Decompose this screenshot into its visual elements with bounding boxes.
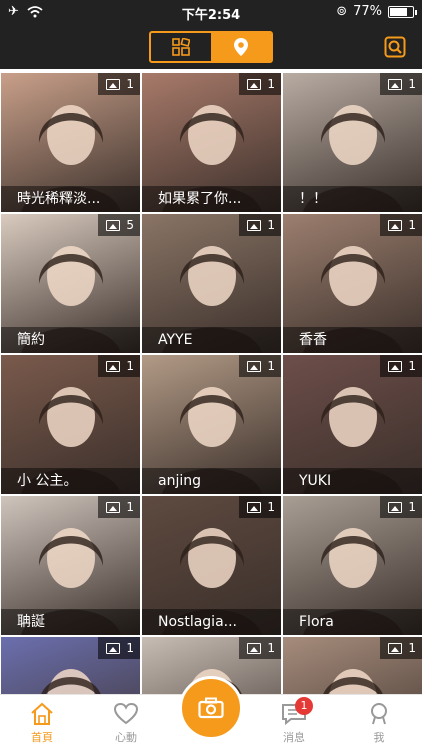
photo-count-badge: 1 bbox=[98, 637, 140, 659]
tab-home-label: 首頁 bbox=[31, 731, 53, 744]
tab-messages[interactable]: 1 消息 bbox=[259, 697, 329, 745]
photo-count-badge: 1 bbox=[239, 355, 281, 377]
photo-count-badge: 1 bbox=[98, 73, 140, 95]
profile-icon bbox=[371, 703, 387, 725]
photo-count: 1 bbox=[408, 500, 416, 514]
profile-card[interactable]: 1 小 公主。 bbox=[1, 355, 140, 494]
home-icon bbox=[31, 702, 53, 725]
profile-name: 香香 bbox=[283, 327, 422, 353]
profile-name: 時光稀釋淡... bbox=[1, 186, 140, 212]
profile-card[interactable]: 1 bbox=[1, 637, 140, 694]
photo-count: 1 bbox=[267, 359, 275, 373]
battery-icon bbox=[388, 5, 417, 18]
battery-percent: 77% bbox=[353, 4, 382, 19]
camera-button[interactable] bbox=[179, 676, 243, 740]
photo-icon bbox=[388, 501, 403, 513]
photo-icon bbox=[247, 78, 262, 90]
tab-likes-label: 心動 bbox=[115, 731, 137, 744]
tab-home[interactable]: 首頁 bbox=[7, 699, 77, 745]
profile-name: 聃誕 bbox=[1, 609, 140, 635]
profile-name: anjing bbox=[142, 468, 281, 494]
photo-count-badge: 1 bbox=[380, 214, 422, 236]
grid-icon bbox=[172, 38, 190, 56]
photo-count: 1 bbox=[267, 77, 275, 91]
photo-icon bbox=[247, 219, 262, 231]
search-icon bbox=[384, 36, 406, 58]
photo-count: 1 bbox=[408, 641, 416, 655]
search-people-button[interactable] bbox=[384, 36, 406, 58]
tab-likes[interactable]: 心動 bbox=[91, 699, 161, 745]
photo-count: 1 bbox=[408, 77, 416, 91]
profile-grid: 1 時光稀釋淡... 1 如果累了你... 1！！ 5 簡約 1 AYYE 1 香香 1 小 公主。 1 a… bbox=[0, 72, 422, 694]
profile-card[interactable]: 5 簡約 bbox=[1, 214, 140, 353]
nearby-view-button[interactable] bbox=[211, 33, 271, 61]
photo-count: 1 bbox=[126, 641, 134, 655]
photo-count-badge: 1 bbox=[98, 496, 140, 518]
profile-card[interactable]: 1 如果累了你... bbox=[142, 73, 281, 212]
photo-icon bbox=[106, 78, 121, 90]
status-bar: ✈ 下午2:54 ⊚ 77% bbox=[0, 0, 422, 24]
profile-card[interactable]: 1 時光稀釋淡... bbox=[1, 73, 140, 212]
photo-icon bbox=[106, 642, 121, 654]
tab-me-label: 我 bbox=[373, 731, 385, 744]
profile-name: 小 公主。 bbox=[1, 468, 140, 494]
profile-card[interactable]: 1 bbox=[283, 637, 422, 694]
photo-count-badge: 1 bbox=[380, 73, 422, 95]
profile-card[interactable]: 1 Nostlagia... bbox=[142, 496, 281, 635]
orientation-lock-icon: ⊚ bbox=[336, 4, 348, 19]
profile-name: 簡約 bbox=[1, 327, 140, 353]
profile-card[interactable]: 1 ！！ bbox=[283, 73, 422, 212]
photo-count-badge: 1 bbox=[239, 73, 281, 95]
photo-count: 5 bbox=[126, 218, 134, 232]
photo-icon bbox=[388, 360, 403, 372]
photo-icon bbox=[388, 219, 403, 231]
photo-count: 1 bbox=[408, 218, 416, 232]
grid-view-button[interactable] bbox=[151, 33, 211, 61]
unread-badge: 1 bbox=[295, 697, 313, 715]
profile-name: AYYE bbox=[142, 327, 281, 353]
photo-icon bbox=[247, 642, 262, 654]
location-pin-icon bbox=[234, 38, 248, 56]
tab-me[interactable]: 我 bbox=[344, 699, 414, 745]
photo-icon bbox=[247, 501, 262, 513]
view-mode-toggle bbox=[149, 31, 273, 63]
profile-card[interactable]: 1 YUKI bbox=[283, 355, 422, 494]
nav-bar bbox=[0, 24, 422, 69]
photo-count-badge: 5 bbox=[98, 214, 140, 236]
profile-name: Nostlagia... bbox=[142, 609, 281, 635]
camera-icon bbox=[198, 697, 224, 719]
photo-icon bbox=[388, 642, 403, 654]
photo-icon bbox=[106, 219, 121, 231]
photo-icon bbox=[106, 360, 121, 372]
photo-count: 1 bbox=[267, 500, 275, 514]
profile-card[interactable]: 1 anjing bbox=[142, 355, 281, 494]
photo-count: 1 bbox=[126, 500, 134, 514]
photo-icon bbox=[106, 501, 121, 513]
photo-count-badge: 1 bbox=[239, 214, 281, 236]
photo-count: 1 bbox=[267, 641, 275, 655]
profile-card[interactable]: 1 Flora bbox=[283, 496, 422, 635]
photo-count-badge: 1 bbox=[380, 355, 422, 377]
photo-count-badge: 1 bbox=[239, 496, 281, 518]
photo-count: 1 bbox=[126, 359, 134, 373]
photo-count: 1 bbox=[126, 77, 134, 91]
profile-name: Flora bbox=[283, 609, 422, 635]
profile-name: YUKI bbox=[283, 468, 422, 494]
profile-card[interactable]: 1 聃誕 bbox=[1, 496, 140, 635]
photo-count-badge: 1 bbox=[380, 637, 422, 659]
photo-icon bbox=[247, 360, 262, 372]
profile-card[interactable]: 1 AYYE bbox=[142, 214, 281, 353]
photo-count-badge: 1 bbox=[380, 496, 422, 518]
photo-count-badge: 1 bbox=[239, 637, 281, 659]
profile-name: ！！ bbox=[283, 186, 422, 212]
photo-icon bbox=[388, 78, 403, 90]
photo-count: 1 bbox=[408, 359, 416, 373]
photo-count: 1 bbox=[267, 218, 275, 232]
profile-name: 如果累了你... bbox=[142, 186, 281, 212]
profile-card[interactable]: 1 香香 bbox=[283, 214, 422, 353]
tab-messages-label: 消息 bbox=[283, 731, 305, 744]
heart-icon bbox=[113, 702, 139, 725]
photo-count-badge: 1 bbox=[98, 355, 140, 377]
